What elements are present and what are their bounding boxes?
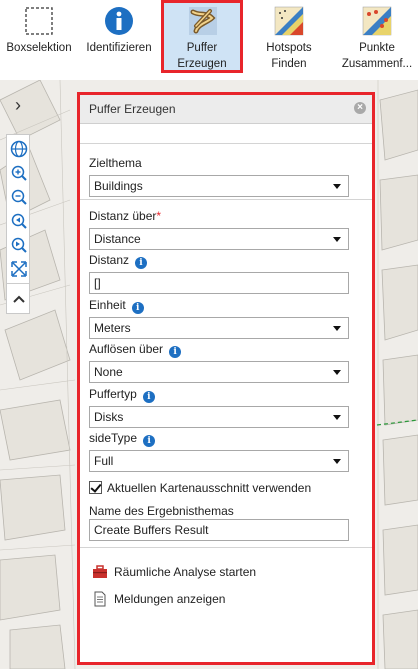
show-messages-label: Meldungen anzeigen — [114, 592, 226, 606]
toolbar: Boxselektion Identifizieren Puffer Erzeu… — [0, 0, 418, 81]
nav-divider — [7, 283, 29, 284]
use-extent-checkbox[interactable] — [89, 481, 102, 494]
chevron-down-icon — [333, 415, 341, 420]
unit-value: Meters — [94, 321, 131, 335]
chevron-up-icon[interactable] — [9, 289, 29, 309]
chevron-down-icon — [333, 184, 341, 189]
tool-identify[interactable]: Identifizieren — [80, 0, 158, 76]
map-navigation-bar — [6, 134, 30, 314]
tool-create-buffers-label: Puffer Erzeugen — [164, 40, 240, 72]
use-extent-label: Aktuellen Kartenausschnitt verwenden — [107, 481, 312, 495]
distance-type-label-text: Distanz über — [89, 209, 157, 223]
info-icon[interactable]: i — [131, 302, 144, 314]
distance-input[interactable]: [] — [89, 272, 349, 294]
info-icon[interactable]: i — [143, 435, 156, 447]
chevron-down-icon — [333, 370, 341, 375]
chevron-right-icon: › — [15, 95, 21, 115]
panel-header: Puffer Erzeugen × — [80, 95, 372, 124]
unit-select[interactable]: Meters — [89, 317, 349, 339]
toolbox-icon — [93, 565, 107, 578]
distance-type-label: Distanz über* — [89, 209, 161, 223]
divider — [80, 199, 372, 200]
tool-box-selection[interactable]: Boxselektion — [0, 0, 78, 76]
chevron-down-icon — [333, 237, 341, 242]
buffer-type-label: Puffertyp i — [89, 387, 155, 403]
run-analysis-label: Räumliche Analyse starten — [114, 565, 257, 579]
tool-find-hotspots-label-line2: Finden — [271, 58, 307, 70]
globe-icon[interactable] — [9, 139, 29, 159]
chevron-down-icon — [333, 459, 341, 464]
tool-find-hotspots-label-line1: Hotspots — [266, 42, 312, 54]
dissolve-value: None — [94, 365, 123, 379]
buffer-type-select[interactable]: Disks — [89, 406, 349, 428]
unit-label-text: Einheit — [89, 298, 126, 312]
result-name-input[interactable]: Create Buffers Result — [89, 519, 349, 541]
tool-aggregate-points-label-line2: Zusammenf... — [341, 58, 413, 70]
document-icon — [94, 591, 106, 607]
full-extent-icon[interactable] — [9, 259, 29, 279]
buffer-type-label-text: Puffertyp — [89, 387, 137, 401]
result-name-label: Name des Ergebnisthemas — [89, 504, 234, 518]
distance-type-select[interactable]: Distance — [89, 228, 349, 250]
dissolve-label: Auflösen über i — [89, 342, 182, 358]
tool-aggregate-points[interactable]: Punkte Zusammenf... — [336, 0, 418, 76]
buffer-icon — [189, 7, 217, 35]
unit-label: Einheit i — [89, 298, 144, 314]
panel-title: Puffer Erzeugen — [89, 102, 176, 116]
info-icon[interactable]: i — [142, 391, 155, 403]
side-type-label: sideType i — [89, 431, 156, 447]
side-type-select[interactable]: Full — [89, 450, 349, 472]
tool-aggregate-points-label: Punkte Zusammenf... — [336, 40, 418, 72]
create-buffers-panel: Puffer Erzeugen × Zielthema Buildings Di… — [77, 92, 375, 665]
tool-create-buffers[interactable]: Puffer Erzeugen — [161, 0, 243, 73]
tool-box-selection-label: Boxselektion — [6, 42, 72, 54]
expand-sidebar-button[interactable]: › — [6, 92, 30, 120]
distance-label: Distanz i — [89, 253, 148, 269]
tool-find-hotspots-label: Hotspots Finden — [250, 40, 328, 72]
aggregate-points-icon — [362, 6, 392, 36]
previous-extent-icon[interactable] — [9, 211, 29, 231]
next-extent-icon[interactable] — [9, 235, 29, 255]
chevron-down-icon — [333, 326, 341, 331]
box-selection-icon — [25, 7, 53, 35]
required-marker: * — [156, 209, 162, 223]
tool-find-hotspots[interactable]: Hotspots Finden — [250, 0, 328, 76]
checkmark-icon — [90, 481, 102, 493]
divider — [80, 547, 372, 548]
tool-aggregate-points-label-line1: Punkte — [359, 42, 395, 54]
hotspot-icon — [274, 6, 304, 36]
dissolve-select[interactable]: None — [89, 361, 349, 383]
tool-create-buffers-label-line2: Erzeugen — [177, 58, 227, 70]
tool-create-buffers-label-line1: Puffer — [186, 42, 218, 54]
info-icon — [105, 7, 133, 35]
info-icon[interactable]: i — [169, 346, 182, 358]
target-layer-label: Zielthema — [89, 156, 142, 170]
info-icon[interactable]: i — [135, 257, 148, 269]
divider — [80, 143, 372, 144]
distance-type-value: Distance — [94, 232, 141, 246]
target-layer-select[interactable]: Buildings — [89, 175, 349, 197]
close-icon[interactable]: × — [354, 102, 366, 114]
zoom-out-icon[interactable] — [9, 187, 29, 207]
dissolve-label-text: Auflösen über — [89, 342, 164, 356]
zoom-in-icon[interactable] — [9, 163, 29, 183]
side-type-value: Full — [94, 454, 114, 468]
buffer-type-value: Disks — [94, 410, 124, 424]
tool-identify-label: Identifizieren — [86, 42, 152, 54]
distance-label-text: Distanz — [89, 253, 130, 267]
side-type-label-text: sideType — [89, 431, 138, 445]
target-layer-value: Buildings — [94, 179, 143, 193]
